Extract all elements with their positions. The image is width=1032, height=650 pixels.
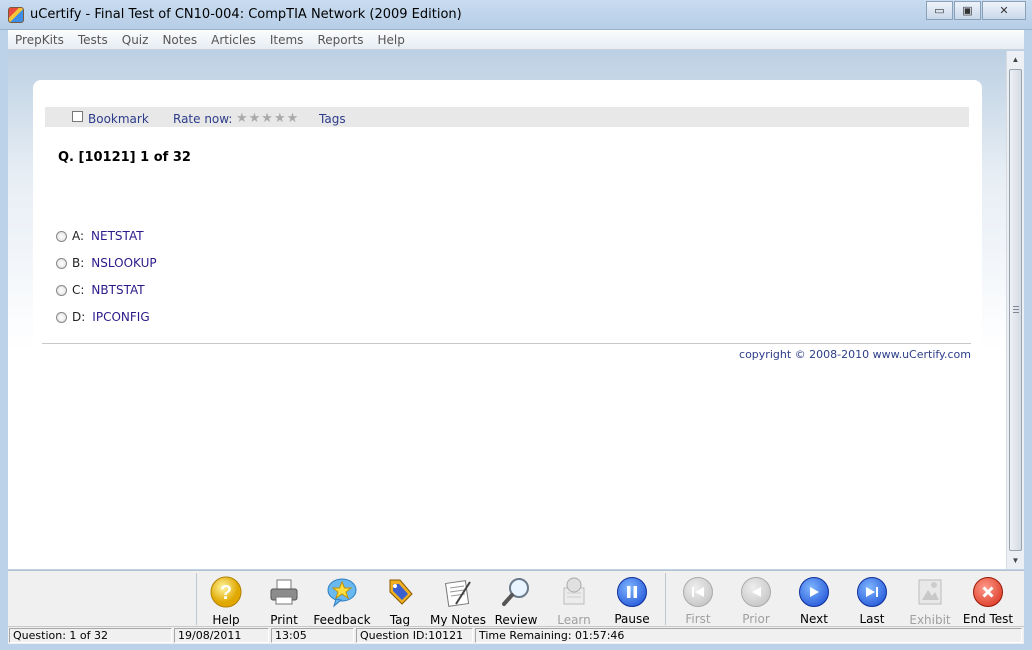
status-time: 13:05 bbox=[271, 628, 354, 643]
feedback-label: Feedback bbox=[313, 613, 371, 627]
window-controls: ▭ ▣ ✕ bbox=[925, 1, 1026, 20]
exhibit-icon bbox=[914, 576, 946, 608]
scroll-down-icon[interactable]: ▼ bbox=[1007, 552, 1024, 569]
status-bar: Question: 1 of 32 19/08/2011 13:05 Quest… bbox=[8, 626, 1024, 644]
bookmark-link[interactable]: Bookmark bbox=[88, 112, 149, 126]
option-c-radio[interactable] bbox=[56, 284, 67, 296]
prior-label: Prior bbox=[742, 612, 770, 626]
tag-button[interactable]: Tag bbox=[371, 574, 429, 627]
learn-icon bbox=[558, 576, 590, 608]
title-bar: uCertify - Final Test of CN10-004: CompT… bbox=[0, 0, 1032, 30]
my-notes-button[interactable]: My Notes bbox=[429, 574, 487, 627]
last-label: Last bbox=[859, 612, 885, 626]
copyright-text: copyright © 2008-2010 www.uCertify.com bbox=[739, 348, 971, 361]
option-d[interactable]: D: IPCONFIG bbox=[56, 309, 150, 325]
bookmark-checkbox[interactable] bbox=[72, 111, 83, 122]
help-icon: ? bbox=[210, 576, 242, 608]
svg-text:?: ? bbox=[220, 582, 232, 604]
help-button[interactable]: ? Help bbox=[197, 574, 255, 627]
magnifier-icon bbox=[500, 576, 532, 608]
separator bbox=[665, 573, 666, 625]
option-text[interactable]: IPCONFIG bbox=[92, 310, 149, 324]
status-question-id: Question ID:10121 bbox=[356, 628, 473, 643]
bottom-toolbar: ? Help Print Feedback Tag My Notes Revie… bbox=[8, 570, 1024, 627]
window-title: uCertify - Final Test of CN10-004: CompT… bbox=[30, 7, 462, 22]
printer-icon bbox=[268, 576, 300, 608]
option-b-radio[interactable] bbox=[56, 257, 67, 269]
menu-help[interactable]: Help bbox=[370, 33, 411, 47]
end-test-label: End Test bbox=[962, 612, 1014, 626]
option-c[interactable]: C: NBTSTAT bbox=[56, 282, 145, 298]
minimize-button[interactable]: ▭ bbox=[926, 1, 953, 20]
vertical-scrollbar[interactable]: ▲ ▼ bbox=[1006, 51, 1024, 569]
option-d-radio[interactable] bbox=[56, 311, 67, 323]
print-button[interactable]: Print bbox=[255, 574, 313, 627]
grip-icon bbox=[1013, 306, 1019, 313]
tags-link[interactable]: Tags bbox=[319, 112, 346, 126]
exhibit-button[interactable]: Exhibit bbox=[901, 574, 959, 627]
menu-reports[interactable]: Reports bbox=[310, 33, 370, 47]
option-a[interactable]: A: NETSTAT bbox=[56, 228, 144, 244]
notes-icon bbox=[442, 576, 474, 608]
close-button[interactable]: ✕ bbox=[982, 1, 1026, 20]
minimize-icon: ▭ bbox=[934, 5, 945, 17]
pause-icon bbox=[616, 576, 648, 607]
scroll-up-icon[interactable]: ▲ bbox=[1007, 51, 1024, 68]
menu-quiz[interactable]: Quiz bbox=[115, 33, 156, 47]
learn-label: Learn bbox=[557, 613, 591, 627]
menu-articles[interactable]: Articles bbox=[204, 33, 263, 47]
question-title: Q. [10121] 1 of 32 bbox=[58, 150, 191, 165]
feedback-button[interactable]: Feedback bbox=[313, 574, 371, 627]
first-button[interactable]: First bbox=[669, 574, 727, 626]
first-label: First bbox=[685, 612, 711, 626]
pause-button[interactable]: Pause bbox=[603, 574, 661, 626]
feedback-icon bbox=[326, 576, 358, 608]
option-letter: C: bbox=[72, 283, 85, 297]
scroll-thumb[interactable] bbox=[1009, 69, 1022, 551]
rate-now-label: Rate now: bbox=[173, 112, 233, 126]
menu-items[interactable]: Items bbox=[263, 33, 311, 47]
review-button[interactable]: Review bbox=[487, 574, 545, 627]
rating-stars[interactable]: ★★★★★ bbox=[236, 110, 299, 126]
last-button[interactable]: Last bbox=[843, 574, 901, 626]
option-text[interactable]: NSLOOKUP bbox=[91, 256, 156, 270]
option-a-radio[interactable] bbox=[56, 230, 67, 242]
status-question: Question: 1 of 32 bbox=[9, 628, 172, 643]
menu-bar: PrepKits Tests Quiz Notes Articles Items… bbox=[8, 30, 1024, 50]
next-label: Next bbox=[800, 612, 828, 626]
learn-button[interactable]: Learn bbox=[545, 574, 603, 627]
end-test-icon bbox=[972, 576, 1004, 607]
prior-button[interactable]: Prior bbox=[727, 574, 785, 626]
divider bbox=[42, 343, 971, 344]
status-date: 19/08/2011 bbox=[174, 628, 269, 643]
my-notes-label: My Notes bbox=[430, 613, 486, 627]
option-text[interactable]: NBTSTAT bbox=[91, 283, 144, 297]
end-test-button[interactable]: End Test bbox=[959, 574, 1017, 626]
last-icon bbox=[856, 576, 888, 607]
next-button[interactable]: Next bbox=[785, 574, 843, 626]
first-icon bbox=[682, 576, 714, 607]
maximize-icon: ▣ bbox=[962, 5, 973, 17]
status-time-remaining: Time Remaining: 01:57:46 bbox=[475, 628, 1022, 643]
option-b[interactable]: B: NSLOOKUP bbox=[56, 255, 157, 271]
menu-prepkits[interactable]: PrepKits bbox=[8, 33, 71, 47]
help-label: Help bbox=[212, 613, 240, 627]
option-text[interactable]: NETSTAT bbox=[91, 229, 144, 243]
menu-notes[interactable]: Notes bbox=[155, 33, 204, 47]
exhibit-label: Exhibit bbox=[909, 613, 951, 627]
option-letter: B: bbox=[72, 256, 85, 270]
tag-label: Tag bbox=[389, 613, 411, 627]
option-letter: A: bbox=[72, 229, 85, 243]
close-icon: ✕ bbox=[999, 5, 1009, 17]
next-icon bbox=[798, 576, 830, 607]
option-letter: D: bbox=[72, 310, 86, 324]
app-icon bbox=[8, 7, 24, 23]
menu-tests[interactable]: Tests bbox=[71, 33, 115, 47]
prior-icon bbox=[740, 576, 772, 607]
print-label: Print bbox=[270, 613, 298, 627]
review-label: Review bbox=[494, 613, 538, 627]
maximize-button[interactable]: ▣ bbox=[954, 1, 981, 20]
pause-label: Pause bbox=[614, 612, 650, 626]
tag-icon bbox=[384, 576, 416, 608]
